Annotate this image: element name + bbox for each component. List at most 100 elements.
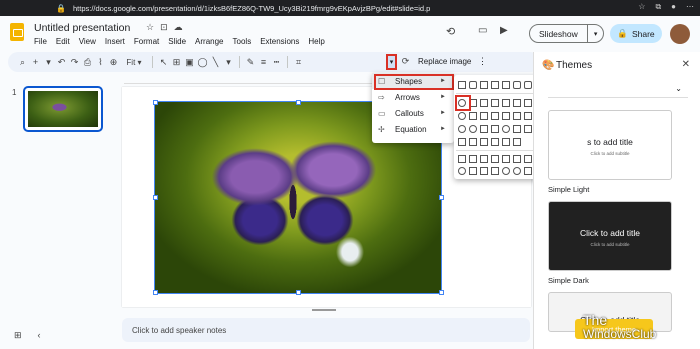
menu-view[interactable]: View [79,37,96,46]
menu-item-equation[interactable]: ✢ Equation ► [372,121,454,137]
pie-shape[interactable] [458,112,466,120]
star-icon[interactable]: ☆ [146,22,154,33]
snip-same-side-shape[interactable] [491,81,499,89]
donut-shape[interactable] [458,125,466,133]
flowchart-internal-storage-shape[interactable] [513,155,521,163]
resize-handle[interactable] [439,290,444,295]
flowchart-data-shape[interactable] [491,155,499,163]
resize-handle[interactable] [296,290,301,295]
slides-logo-icon[interactable] [10,23,24,41]
replace-image-button[interactable]: Replace image [418,57,471,66]
snip-rectangle-shape[interactable] [480,81,488,89]
select-icon[interactable]: ↖ [157,57,170,68]
resize-handle[interactable] [439,195,444,200]
menu-edit[interactable]: Edit [56,37,70,46]
round-same-side-shape[interactable] [524,81,532,89]
comment-icon[interactable]: ▭ [478,25,487,36]
menu-help[interactable]: Help [308,37,324,46]
flowchart-punched-tape-shape[interactable] [491,167,499,175]
right-triangle-shape[interactable] [480,99,488,107]
chevron-down-icon[interactable]: ▾ [222,57,235,68]
avatar[interactable] [670,24,690,44]
menu-item-callouts[interactable]: ▭ Callouts ► [372,105,454,121]
theme-card-simple-dark[interactable]: Click to add title Click to add subtitle [548,201,672,271]
flowchart-summing-junction-shape[interactable] [502,167,510,175]
flowchart-collate-shape[interactable] [524,167,532,175]
zoom-icon[interactable]: ⊕ [107,57,120,68]
slide-thumbnail[interactable] [23,86,103,132]
more-icon[interactable]: ⋯ [686,2,694,12]
zoom-select[interactable]: Fit ▾ [120,58,148,67]
menu-item-arrows[interactable]: ⇨ Arrows ► [372,89,454,105]
chord-shape[interactable] [469,112,477,120]
reset-image-icon[interactable]: ⟳ [399,56,412,67]
right-bracket-shape[interactable] [491,138,499,146]
grid-view-icon[interactable]: ⊞ [14,330,22,341]
brace-pair-shape[interactable] [469,138,477,146]
teardrop-shape[interactable] [480,112,488,120]
resize-handle[interactable] [153,100,158,105]
flowchart-or-shape[interactable] [513,167,521,175]
parallelogram-shape[interactable] [491,99,499,107]
flowchart-decision-shape[interactable] [480,155,488,163]
star-icon[interactable]: ☆ [638,2,645,12]
theme-card-simple-light[interactable]: s to add title Click to add subtitle [548,110,672,180]
url-text[interactable]: https://docs.google.com/presentation/d/1… [73,4,430,13]
smiley-face-shape[interactable] [502,125,510,133]
diagonal-stripe-shape[interactable] [524,112,532,120]
resize-handle[interactable] [296,100,301,105]
frame-shape[interactable] [491,112,499,120]
flowchart-predefined-process-shape[interactable] [502,155,510,163]
line-icon[interactable]: ╲ [209,57,222,68]
paint-format-icon[interactable]: ⌇ [94,57,107,68]
trapezoid-shape[interactable] [502,99,510,107]
document-title[interactable]: Untitled presentation [34,22,130,34]
share-button[interactable]: 🔒 Share [610,24,662,43]
extensions-icon[interactable]: ⧉ [655,2,661,12]
menu-tools[interactable]: Tools [233,37,252,46]
half-frame-shape[interactable] [502,112,510,120]
block-arc-shape[interactable] [480,125,488,133]
folded-corner-shape[interactable] [491,125,499,133]
left-brace-shape[interactable] [502,138,510,146]
collapse-icon[interactable]: ‹ [38,330,41,341]
more-vert-icon[interactable]: ⋮ [478,56,487,67]
menu-slide[interactable]: Slide [168,37,186,46]
crop-icon[interactable]: ⌗ [292,57,305,68]
mask-image-chevron-icon[interactable]: ▾ [386,54,397,70]
lightning-bolt-shape[interactable] [524,125,532,133]
round-corner-shape[interactable] [513,81,521,89]
menu-file[interactable]: File [34,37,47,46]
meet-icon[interactable]: ▶ [500,25,508,36]
menu-arrange[interactable]: Arrange [195,37,223,46]
left-bracket-shape[interactable] [480,138,488,146]
themes-source-dropdown[interactable]: ⌄ [548,82,688,98]
speaker-notes[interactable]: Click to add speaker notes [122,318,530,342]
menu-insert[interactable]: Insert [105,37,125,46]
no-symbol-shape[interactable] [469,125,477,133]
cloud-saved-icon[interactable]: ☁ [174,22,183,33]
browser-address-bar[interactable]: 🔒 https://docs.google.com/presentation/d… [0,0,700,16]
border-dash-icon[interactable]: ┅ [270,57,283,68]
pentagon-shape[interactable] [524,99,532,107]
rectangle-shape[interactable] [458,81,466,89]
text-box-icon[interactable]: ⊞ [170,57,183,68]
heart-shape[interactable] [513,125,521,133]
profile-icon[interactable]: ● [671,2,676,12]
flowchart-process-shape[interactable] [458,155,466,163]
diamond-shape[interactable] [513,99,521,107]
undo-icon[interactable]: ↶ [55,57,68,68]
history-icon[interactable]: ⟲ [446,25,455,38]
print-icon[interactable]: ⎙ [81,57,94,68]
close-icon[interactable]: ✕ [682,59,690,70]
flowchart-document-shape[interactable] [524,155,532,163]
menu-extensions[interactable]: Extensions [260,37,299,46]
flowchart-card-shape[interactable] [480,167,488,175]
flowchart-alternate-process-shape[interactable] [469,155,477,163]
new-slide-icon[interactable]: + [29,57,42,67]
snip-diagonal-shape[interactable] [502,81,510,89]
resize-handle[interactable] [153,195,158,200]
chevron-down-icon[interactable]: ▾ [42,57,55,68]
border-weight-icon[interactable]: ≡ [257,57,270,67]
menu-format[interactable]: Format [134,37,159,46]
